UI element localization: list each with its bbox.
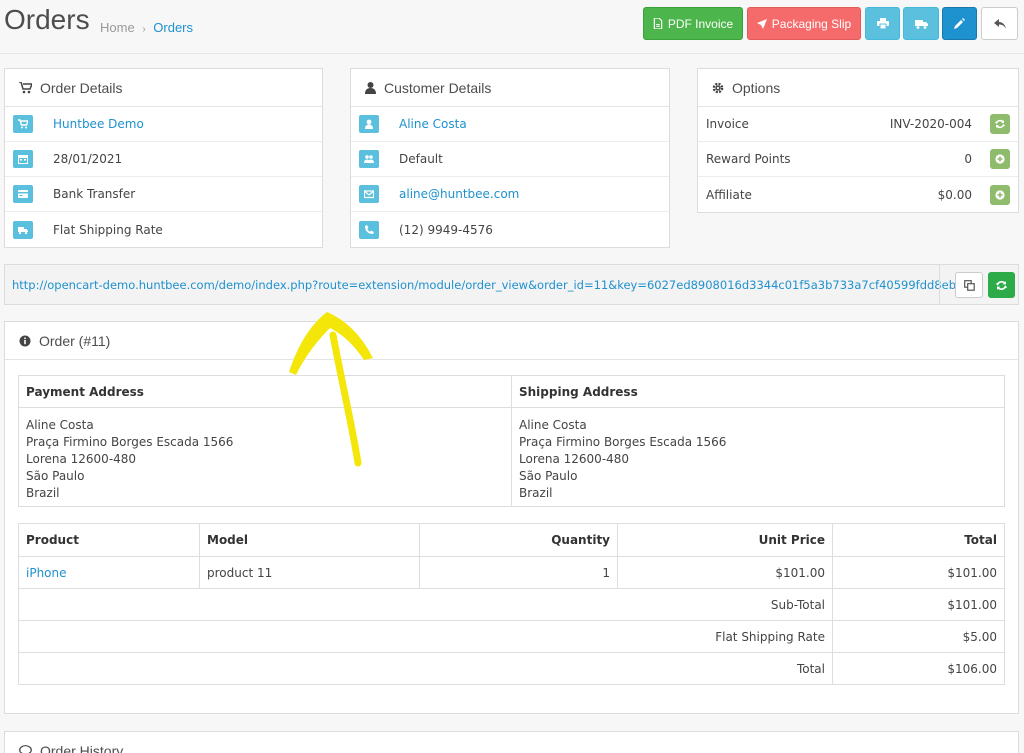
arrow-shaft	[329, 331, 362, 467]
annotation-arrow	[289, 312, 373, 467]
arrow-head	[289, 312, 373, 375]
